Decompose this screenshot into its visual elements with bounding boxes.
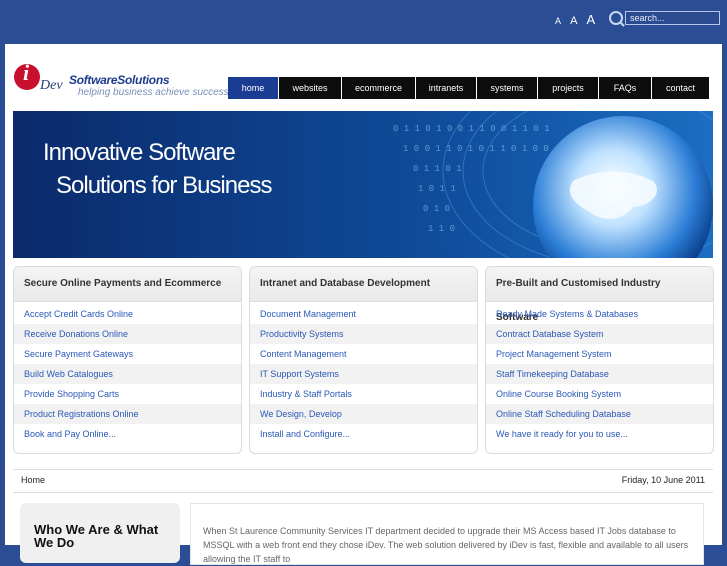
panel-link[interactable]: Secure Payment Gateways <box>14 344 241 364</box>
svg-text:0 1 0: 0 1 0 <box>423 204 450 214</box>
logo-i: i <box>23 60 30 85</box>
logo-title: SoftwareSolutions <box>69 73 170 87</box>
content-text: When St Laurence Community Services IT d… <box>203 526 689 564</box>
panel-link[interactable]: Build Web Catalogues <box>14 364 241 384</box>
nav-projects[interactable]: projects <box>538 77 598 99</box>
page-container: i Dev SoftwareSolutions helping business… <box>5 44 722 565</box>
panel-link[interactable]: Productivity Systems <box>250 324 477 344</box>
nav-ecommerce[interactable]: ecommerce <box>342 77 415 99</box>
main-nav: home websites ecommerce intranets system… <box>227 77 709 99</box>
nav-home[interactable]: home <box>228 77 278 99</box>
font-size-large[interactable]: A <box>586 12 595 27</box>
breadcrumb-bar: Home Friday, 10 June 2011 <box>13 469 713 493</box>
panel-title: Intranet and Database Development <box>250 267 477 302</box>
hero-banner: 0 1 1 0 1 0 0 1 1 0 0 1 1 0 1 1 0 0 1 1 … <box>13 111 713 258</box>
panel-link[interactable]: Staff Timekeeping Database <box>486 364 713 384</box>
panel-link[interactable]: Ready Made Systems & Databases <box>486 304 713 324</box>
panel-link[interactable]: We Design, Develop <box>250 404 477 424</box>
panel-link[interactable]: We have it ready for you to use... <box>486 424 713 444</box>
panel-link[interactable]: Document Management <box>250 304 477 324</box>
svg-text:1 0 1 1: 1 0 1 1 <box>418 184 456 194</box>
logo[interactable]: i Dev SoftwareSolutions helping business… <box>14 60 229 102</box>
panel-ecommerce: Secure Online Payments and Ecommerce Acc… <box>13 266 242 454</box>
svg-text:1 0 0 1 1 0 1 0 1 1 0 1 0 0: 1 0 0 1 1 0 1 0 1 1 0 1 0 0 <box>403 144 549 154</box>
top-bar: A A A <box>0 0 727 44</box>
svg-text:0 1 1 0 1 0 0 1 1 0 0 1 1 0 1: 0 1 1 0 1 0 0 1 1 0 0 1 1 0 1 <box>393 124 550 134</box>
content-box: When St Laurence Community Services IT d… <box>190 503 704 565</box>
logo-dev: Dev <box>40 78 63 93</box>
nav-contact[interactable]: contact <box>652 77 709 99</box>
panel-link[interactable]: Receive Donations Online <box>14 324 241 344</box>
panel-link[interactable]: Book and Pay Online... <box>14 424 241 444</box>
panel-link[interactable]: Provide Shopping Carts <box>14 384 241 404</box>
panel-title: Pre-Built and Customised Industry Softwa… <box>486 267 713 323</box>
nav-systems[interactable]: systems <box>477 77 537 99</box>
svg-text:1 1 0: 1 1 0 <box>428 224 455 234</box>
search-icon[interactable] <box>609 11 623 25</box>
nav-intranets[interactable]: intranets <box>416 77 476 99</box>
nav-websites[interactable]: websites <box>279 77 341 99</box>
nav-faqs[interactable]: FAQs <box>599 77 651 99</box>
panel-intranet: Intranet and Database Development Docume… <box>249 266 478 454</box>
section-title: Who We Are & What We Do <box>34 522 159 550</box>
who-we-are-box: Who We Are & What We Do <box>20 503 180 563</box>
banner-line-1: Innovative Software <box>43 139 236 166</box>
font-size-small[interactable]: A <box>555 16 561 26</box>
svg-text:0 1 1 0 1: 0 1 1 0 1 <box>413 164 462 174</box>
logo-mark: i <box>14 60 40 90</box>
panel-link[interactable]: Online Course Booking System <box>486 384 713 404</box>
font-size-medium[interactable]: A <box>570 15 577 27</box>
panel-link[interactable]: Accept Credit Cards Online <box>14 304 241 324</box>
panel-link[interactable]: IT Support Systems <box>250 364 477 384</box>
panel-link[interactable]: Contract Database System <box>486 324 713 344</box>
logo-tagline: helping business achieve success <box>78 87 229 98</box>
panel-industry-software: Pre-Built and Customised Industry Softwa… <box>485 266 714 454</box>
panel-title: Secure Online Payments and Ecommerce <box>14 267 241 302</box>
panel-link[interactable]: Industry & Staff Portals <box>250 384 477 404</box>
banner-line-2: Solutions for Business <box>56 172 272 199</box>
panel-link[interactable]: Install and Configure... <box>250 424 477 444</box>
search-input[interactable] <box>625 11 720 25</box>
panel-link[interactable]: Content Management <box>250 344 477 364</box>
font-size-controls: A A A <box>555 12 601 27</box>
breadcrumb[interactable]: Home <box>21 475 45 485</box>
current-date: Friday, 10 June 2011 <box>621 475 705 485</box>
panel-link[interactable]: Product Registrations Online <box>14 404 241 424</box>
panel-link[interactable]: Project Management System <box>486 344 713 364</box>
panel-link[interactable]: Online Staff Scheduling Database <box>486 404 713 424</box>
